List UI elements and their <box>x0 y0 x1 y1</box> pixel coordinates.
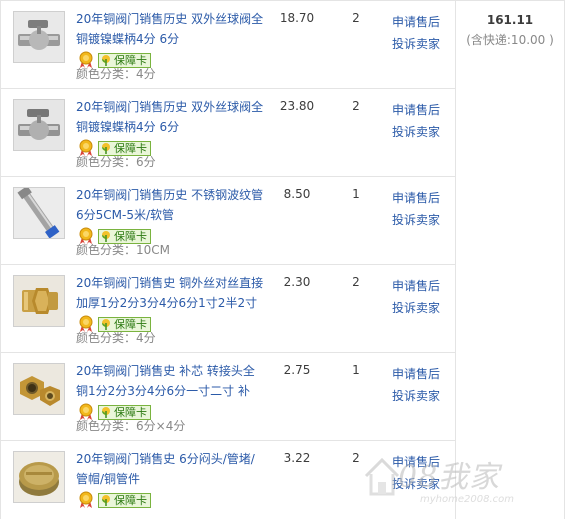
row-actions: 申请售后 投诉卖家 <box>392 275 440 319</box>
order-item-row: 20年铜阀门销售史 铜外丝对丝直接加厚1分2分3分4分6分1寸2半2寸 保障卡 … <box>0 265 455 353</box>
apply-after-sale-link[interactable]: 申请售后 <box>392 275 440 297</box>
order-items-list: 20年铜阀门销售历史 双外丝球阀全铜镀镍蝶柄4分 6分 保障卡 颜色分类：4分 … <box>0 1 455 519</box>
sku-attr-label: 颜色分类： <box>76 67 137 81</box>
complain-seller-link[interactable]: 投诉卖家 <box>392 209 440 231</box>
order-total-cell: 161.11 (含快递:10.00 ) <box>455 1 565 48</box>
quantity: 1 <box>352 363 360 377</box>
quantity: 1 <box>352 187 360 201</box>
sku-attribute: 颜色分类：4分 <box>76 65 156 83</box>
apply-after-sale-link[interactable]: 申请售后 <box>392 11 440 33</box>
quantity: 2 <box>352 11 360 25</box>
sku-attr-value: 6分×4分 <box>136 419 186 433</box>
sku-attr-label: 颜色分类： <box>76 243 137 257</box>
brass-nipple-icon <box>14 276 64 326</box>
pipe-cap-icon <box>14 452 64 502</box>
unit-price: 2.75 <box>283 363 311 377</box>
quantity: 2 <box>352 451 360 465</box>
unit-price: 2.30 <box>283 275 311 289</box>
order-item-row: 20年铜阀门销售历史 双外丝球阀全铜镀镍蝶柄4分 6分 保障卡 颜色分类：6分 … <box>0 89 455 177</box>
ball-valve-icon <box>14 12 64 62</box>
product-title-link[interactable]: 20年铜阀门销售历史 双外丝球阀全铜镀镍蝶柄4分 6分 <box>76 97 266 137</box>
order-total-amount: 161.11 <box>486 13 534 27</box>
row-actions: 申请售后 投诉卖家 <box>392 451 440 495</box>
complain-seller-link[interactable]: 投诉卖家 <box>392 385 440 407</box>
sku-attribute: 颜色分类：10CM <box>76 241 170 259</box>
row-actions: 申请售后 投诉卖家 <box>392 11 440 55</box>
complain-seller-link[interactable]: 投诉卖家 <box>392 121 440 143</box>
sku-attr-value: 4分 <box>136 331 156 345</box>
product-title-link[interactable]: 20年铜阀门销售史 铜外丝对丝直接加厚1分2分3分4分6分1寸2半2寸 <box>76 273 266 313</box>
product-thumbnail[interactable] <box>13 11 65 63</box>
product-title-link[interactable]: 20年铜阀门销售历史 双外丝球阀全铜镀镍蝶柄4分 6分 <box>76 9 266 49</box>
product-thumbnail[interactable] <box>13 451 65 503</box>
sku-attr-label: 颜色分类： <box>76 155 137 169</box>
product-thumbnail[interactable] <box>13 275 65 327</box>
medal-icon <box>78 491 94 509</box>
column-divider <box>455 1 456 519</box>
sku-attr-label: 颜色分类： <box>76 331 137 345</box>
complain-seller-link[interactable]: 投诉卖家 <box>392 473 440 495</box>
unit-price: 18.70 <box>279 11 315 25</box>
apply-after-sale-link[interactable]: 申请售后 <box>392 451 440 473</box>
product-title-link[interactable]: 20年铜阀门销售史 6分闷头/管堵/管帽/铜管件 <box>76 449 266 489</box>
complain-seller-link[interactable]: 投诉卖家 <box>392 297 440 319</box>
product-title-link[interactable]: 20年铜阀门销售史 补芯 转接头全铜1分2分3分4分6分一寸二寸 补 <box>76 361 266 401</box>
unit-price: 23.80 <box>279 99 315 113</box>
apply-after-sale-link[interactable]: 申请售后 <box>392 187 440 209</box>
leaf-icon <box>100 494 112 506</box>
sku-attr-value: 6分 <box>136 155 156 169</box>
order-items-table: 20年铜阀门销售历史 双外丝球阀全铜镀镍蝶柄4分 6分 保障卡 颜色分类：4分 … <box>0 0 565 519</box>
product-title-link[interactable]: 20年铜阀门销售历史 不锈钢波纹管6分5CM-5米/软管 <box>76 185 266 225</box>
complain-seller-link[interactable]: 投诉卖家 <box>392 33 440 55</box>
apply-after-sale-link[interactable]: 申请售后 <box>392 363 440 385</box>
product-thumbnail[interactable] <box>13 99 65 151</box>
guarantee-label: 保障卡 <box>114 493 147 507</box>
product-thumbnail[interactable] <box>13 187 65 239</box>
order-item-row: 20年铜阀门销售史 6分闷头/管堵/管帽/铜管件 保障卡 3.22 2 申请售后… <box>0 441 455 519</box>
sku-attr-value: 10CM <box>136 243 171 257</box>
sku-attr-value: 4分 <box>136 67 156 81</box>
brass-bushing-icon <box>14 364 64 414</box>
sku-attribute: 颜色分类：4分 <box>76 329 156 347</box>
sku-attribute: 颜色分类：6分×4分 <box>76 417 185 435</box>
order-item-row: 20年铜阀门销售历史 双外丝球阀全铜镀镍蝶柄4分 6分 保障卡 颜色分类：4分 … <box>0 1 455 89</box>
ball-valve-icon <box>14 100 64 150</box>
product-thumbnail[interactable] <box>13 363 65 415</box>
quantity: 2 <box>352 275 360 289</box>
row-actions: 申请售后 投诉卖家 <box>392 363 440 407</box>
order-item-row: 20年铜阀门销售历史 不锈钢波纹管6分5CM-5米/软管 保障卡 颜色分类：10… <box>0 177 455 265</box>
unit-price: 8.50 <box>283 187 311 201</box>
row-actions: 申请售后 投诉卖家 <box>392 187 440 231</box>
sku-attr-label: 颜色分类： <box>76 419 137 433</box>
sku-attribute: 颜色分类：6分 <box>76 153 156 171</box>
flex-hose-icon <box>14 188 64 238</box>
product-badges: 保障卡 <box>78 491 151 509</box>
guarantee-card-badge[interactable]: 保障卡 <box>98 492 151 508</box>
unit-price: 3.22 <box>283 451 311 465</box>
quantity: 2 <box>352 99 360 113</box>
order-item-row: 20年铜阀门销售史 补芯 转接头全铜1分2分3分4分6分一寸二寸 补 保障卡 颜… <box>0 353 455 441</box>
apply-after-sale-link[interactable]: 申请售后 <box>392 99 440 121</box>
row-actions: 申请售后 投诉卖家 <box>392 99 440 143</box>
shipping-fee-note: (含快递:10.00 ) <box>466 33 554 47</box>
